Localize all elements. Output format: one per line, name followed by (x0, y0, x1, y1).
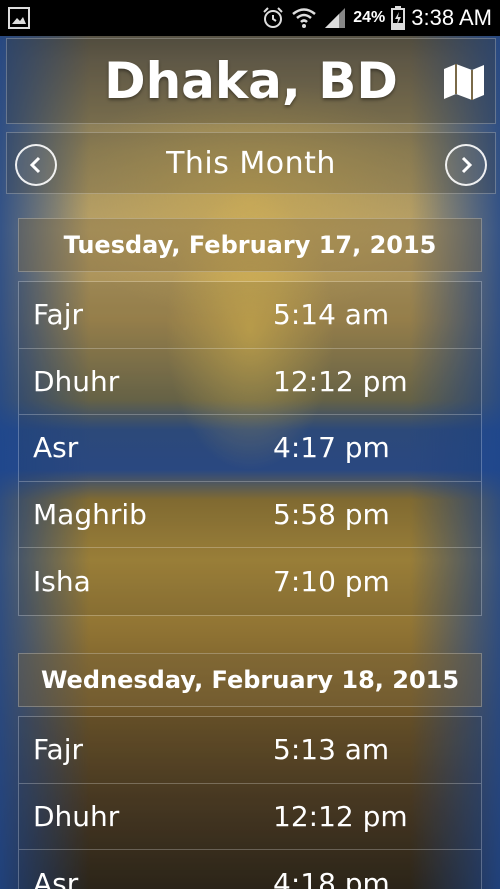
prayer-time: 12:12 pm (273, 799, 408, 833)
status-bar: 24% 3:38 AM (0, 0, 500, 36)
prayer-row-asr[interactable]: Asr 4:17 pm (19, 415, 481, 482)
prayer-row-dhuhr[interactable]: Dhuhr 12:12 pm (19, 783, 481, 851)
gallery-notification-icon (8, 7, 30, 29)
prayer-name: Asr (33, 866, 79, 889)
map-icon (444, 64, 484, 100)
month-navigation: This Month (6, 132, 496, 194)
prayer-row-isha[interactable]: Isha 7:10 pm (19, 548, 481, 615)
prayer-time: 4:17 pm (273, 431, 390, 465)
map-button[interactable] (441, 61, 487, 101)
prayer-row-asr[interactable]: Asr 4:18 pm (19, 850, 481, 889)
prayer-name: Fajr (33, 733, 83, 767)
prayer-name: Dhuhr (33, 364, 120, 398)
status-right: 24% 3:38 AM (261, 5, 492, 31)
day-header: Tuesday, February 17, 2015 (18, 218, 482, 272)
prayer-time: 5:58 pm (273, 498, 390, 532)
location-header: Dhaka, BD (6, 38, 496, 124)
prayer-time: 12:12 pm (273, 364, 408, 398)
prayer-row-maghrib[interactable]: Maghrib 5:58 pm (19, 481, 481, 549)
day-header: Wednesday, February 18, 2015 (18, 653, 482, 707)
chevron-right-icon (461, 156, 473, 174)
previous-button[interactable] (15, 144, 57, 186)
prayer-name: Isha (33, 565, 91, 599)
alarm-icon (263, 7, 283, 28)
period-title: This Month (166, 145, 336, 181)
battery-charging-icon (391, 6, 406, 30)
prayer-name: Maghrib (33, 498, 147, 532)
city-title: Dhaka, BD (104, 52, 398, 110)
prayer-list: Fajr 5:13 am Dhuhr 12:12 pm Asr 4:18 pm (18, 716, 482, 889)
prayer-row-dhuhr[interactable]: Dhuhr 12:12 pm (19, 348, 481, 416)
prayer-name: Fajr (33, 298, 83, 332)
status-time: 3:38 AM (411, 5, 492, 30)
prayer-row-fajr[interactable]: Fajr 5:14 am (19, 282, 481, 349)
prayer-time: 5:14 am (273, 298, 390, 332)
prayer-time: 5:13 am (273, 733, 390, 767)
status-left (8, 7, 30, 29)
wifi-icon (292, 8, 317, 28)
next-button[interactable] (445, 144, 487, 186)
prayer-list: Fajr 5:14 am Dhuhr 12:12 pm Asr 4:17 pm … (18, 281, 482, 616)
signal-icon (325, 8, 346, 28)
chevron-left-icon (29, 156, 41, 174)
prayer-name: Asr (33, 431, 79, 465)
prayer-time: 7:10 pm (273, 565, 390, 599)
prayer-row-fajr[interactable]: Fajr 5:13 am (19, 717, 481, 784)
prayer-name: Dhuhr (33, 799, 120, 833)
prayer-time: 4:18 pm (273, 866, 390, 889)
battery-percent: 24% (353, 9, 386, 26)
